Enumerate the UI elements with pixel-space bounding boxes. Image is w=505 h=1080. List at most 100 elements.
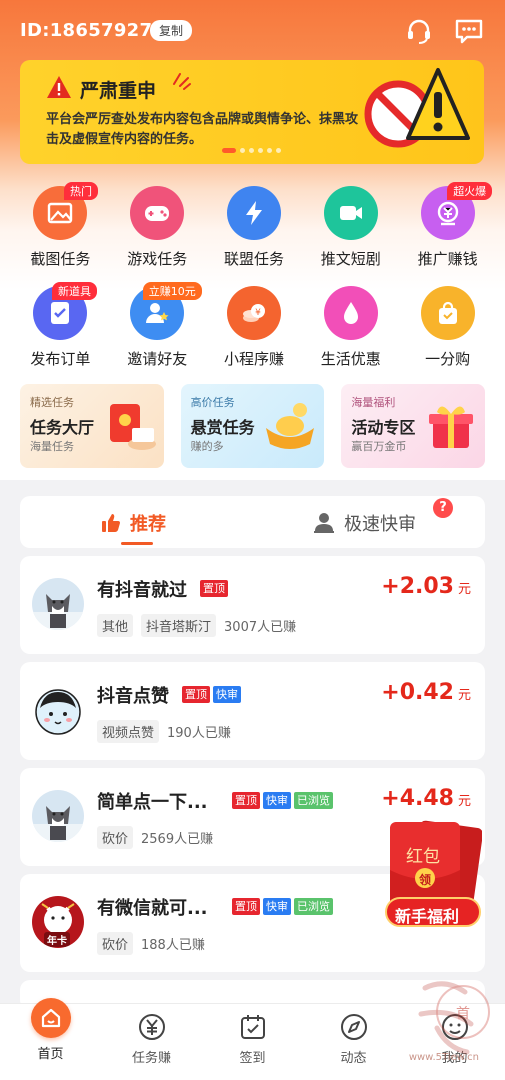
promo-tag: 高价任务 — [190, 396, 235, 409]
lightning-icon — [226, 186, 281, 240]
nav-sign-in[interactable]: 签到 — [202, 1004, 303, 1080]
headset-icon[interactable] — [404, 16, 434, 46]
pagination-dot[interactable] — [249, 148, 254, 153]
viewed-tag: 已浏览 — [294, 898, 333, 915]
promo-title: 任务大厅 — [30, 418, 95, 437]
annual-card-label: 年卡 — [44, 932, 70, 947]
grid-item-promote-earn[interactable]: 超火爆 推广赚钱 — [399, 182, 496, 286]
grid-label: 小程序赚 — [223, 350, 284, 368]
svg-text:¥: ¥ — [255, 308, 261, 318]
fast-review-tag: 快审 — [263, 792, 291, 809]
sparkle-icon — [173, 73, 191, 90]
pagination-dot[interactable] — [267, 148, 272, 153]
fast-review-tag: 快审 — [213, 686, 241, 703]
nav-label: 动态 — [340, 1051, 367, 1066]
viewed-tag: 已浏览 — [294, 792, 333, 809]
husky-avatar — [32, 790, 84, 842]
calendar-icon — [240, 1015, 265, 1039]
gift-box-icon — [429, 406, 474, 448]
copy-id-button[interactable]: 复制 — [150, 20, 193, 41]
task-meta: 视频点赞 190人已赚 — [97, 720, 231, 743]
reward-unit: 元 — [457, 582, 471, 597]
task-meta: 砍价 2569人已赚 — [97, 826, 213, 849]
reward-amount: +4.48 — [381, 786, 454, 811]
pagination-dot[interactable] — [240, 148, 245, 153]
promo-title: 悬赏任务 — [190, 418, 255, 437]
pinned-tag: 置顶 — [232, 792, 260, 809]
pagination-dot[interactable] — [276, 148, 281, 153]
tab-label: 推荐 — [130, 514, 166, 535]
cartoon-avatar — [32, 684, 84, 736]
task-reward: +4.48 元 — [381, 786, 471, 811]
grid-item-life-deals[interactable]: 生活优惠 — [302, 286, 399, 386]
grid-label: 推广赚钱 — [417, 250, 478, 268]
husky-avatar — [32, 578, 84, 630]
help-icon[interactable]: ? — [433, 498, 453, 518]
grid-item-game-task[interactable]: 游戏任务 — [109, 186, 206, 286]
banner-title: 严肃重申 — [80, 80, 157, 102]
nav-home[interactable]: 首页 — [0, 998, 101, 1080]
nav-label: 签到 — [239, 1051, 266, 1066]
task-title: 简单点一下... — [97, 792, 208, 813]
reward-amount: +2.03 — [381, 574, 454, 599]
tab-recommend[interactable]: 推荐 — [100, 510, 166, 536]
watermark-seal: 首 — [456, 1006, 470, 1022]
video-icon — [323, 186, 378, 240]
warning-icon — [47, 76, 71, 98]
task-card[interactable]: 有抖音就过 置顶 其他 抖音塔斯汀 3007人已赚 +2.03 元 — [20, 556, 485, 654]
grid-item-screenshot-task[interactable]: 热门 截图任务 — [12, 182, 109, 286]
red-packet-label: 红包 — [406, 847, 440, 867]
thumbs-up-icon — [102, 514, 120, 532]
promo-subtitle: 赚的多 — [190, 440, 224, 453]
promo-tag: 精选任务 — [30, 396, 74, 409]
grid-label: 联盟任务 — [223, 250, 284, 268]
grid-label: 截图任务 — [30, 250, 91, 268]
watermark-site-text: www.5Tiew.cn — [408, 1052, 479, 1063]
task-meta: 砍价 188人已赚 — [97, 932, 205, 955]
feature-grid: 热门 截图任务 游戏任务 联盟任务 推文短剧 超火爆 推广赚钱 新道具 发布订单… — [12, 182, 496, 386]
grid-item-publish-order[interactable]: 新道具 发布订单 — [12, 282, 109, 386]
top-header: ID:18657927 复制 — [0, 12, 505, 52]
message-icon[interactable] — [454, 16, 484, 46]
promo-activity-zone[interactable]: 海量福利 活动专区 赢百万金币 — [341, 384, 486, 468]
task-title: 抖音点赞 — [97, 686, 169, 707]
task-chip: 视频点赞 — [97, 720, 160, 743]
pinned-tag: 置顶 — [182, 686, 210, 703]
newbie-red-packet[interactable]: 红包 领 新手福利 — [384, 818, 483, 932]
grid-item-penny-buy[interactable]: 一分购 — [399, 286, 496, 386]
task-chip: 抖音塔斯汀 — [141, 614, 217, 637]
promo-cards: 精选任务 任务大厅 海量任务 高价任务 悬赏任务 赚的多 海量福利 活动专区 赢… — [20, 384, 486, 468]
hot-badge: 热门 — [64, 182, 98, 200]
task-card[interactable]: 抖音点赞 置顶 快审 视频点赞 190人已赚 +0.42 元 — [20, 662, 485, 760]
card-avatar: 年卡 — [32, 896, 84, 948]
compass-icon — [340, 1014, 367, 1040]
user-id: ID:18657927 — [20, 20, 153, 41]
grid-item-alliance-task[interactable]: 联盟任务 — [206, 186, 303, 286]
task-title: 有抖音就过 — [97, 580, 187, 601]
pagination-dot[interactable] — [258, 148, 263, 153]
grid-label: 发布订单 — [30, 350, 91, 368]
task-meta: 其他 抖音塔斯汀 3007人已赚 — [97, 614, 296, 637]
promo-task-hall[interactable]: 精选任务 任务大厅 海量任务 — [20, 384, 164, 468]
earned-count: 3007人已赚 — [224, 620, 297, 635]
grid-item-mini-program-earn[interactable]: ¥ 小程序赚 — [206, 286, 303, 386]
super-hot-badge: 超火爆 — [447, 182, 493, 200]
task-tags: 置顶 快审 已浏览 — [232, 898, 333, 915]
task-reward: +2.03 元 — [381, 574, 471, 599]
tab-fast-review[interactable]: 极速快审 — [312, 510, 416, 536]
new-item-badge: 新道具 — [52, 282, 97, 300]
grid-item-invite-friends[interactable]: 立赚10元 邀请好友 — [109, 282, 206, 386]
task-tags: 置顶 — [200, 580, 228, 597]
coins-icon: ¥ — [226, 286, 281, 340]
nav-label: 首页 — [37, 1047, 64, 1062]
task-tags: 置顶 快审 已浏览 — [232, 792, 333, 809]
gamepad-icon — [130, 186, 185, 240]
grid-item-short-drama[interactable]: 推文短剧 — [302, 186, 399, 286]
promo-bounty-task[interactable]: 高价任务 悬赏任务 赚的多 — [180, 384, 325, 468]
nav-task-earn[interactable]: 任务赚 — [101, 1004, 202, 1080]
red-envelope-icon — [109, 404, 156, 450]
nav-feed[interactable]: 动态 — [303, 1004, 404, 1080]
earned-count: 190人已赚 — [167, 726, 231, 741]
reward-amount: +0.42 — [381, 680, 454, 705]
pagination-dot[interactable] — [222, 148, 236, 153]
